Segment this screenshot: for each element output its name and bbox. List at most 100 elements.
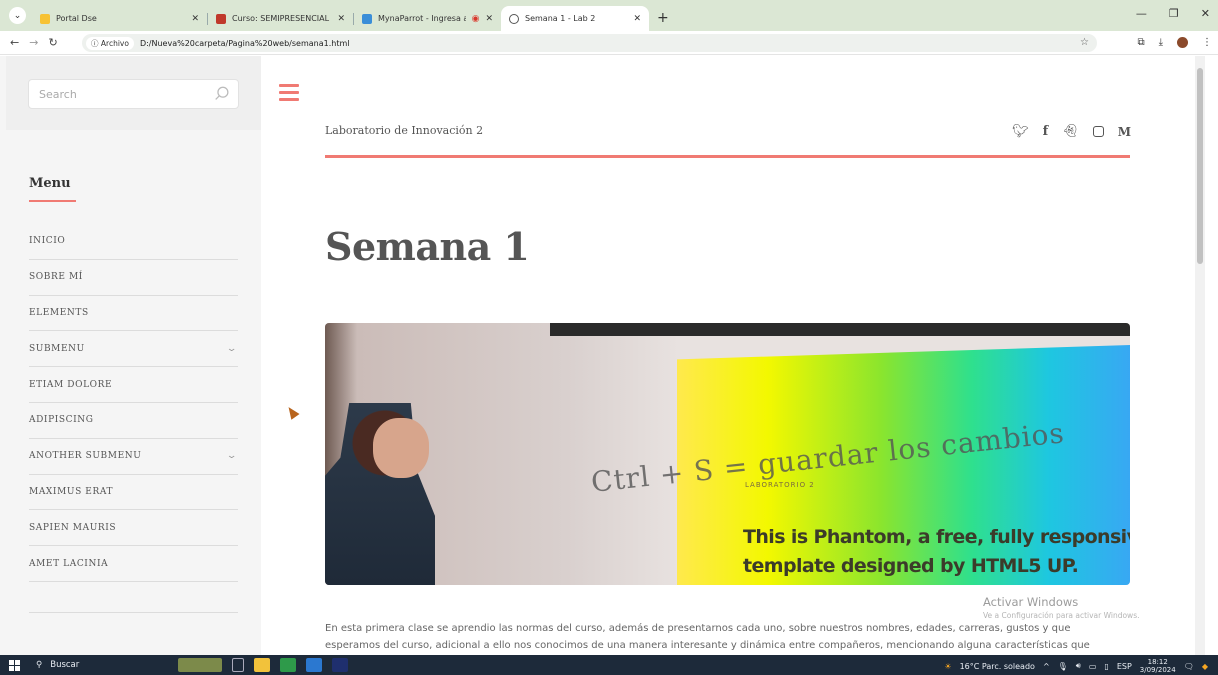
tab-favicon-icon xyxy=(216,13,226,24)
sidebar-item-label: INICIO xyxy=(29,236,66,247)
file-chip[interactable]: ⓘ Archivo xyxy=(86,36,134,50)
reload-icon[interactable]: ↻ xyxy=(48,36,57,49)
snapchat-icon[interactable]: 👻︎ xyxy=(1062,124,1079,139)
sidebar-item-label: AMET LACINIA xyxy=(29,558,109,569)
battery-icon[interactable]: ▯ xyxy=(1104,662,1108,671)
twitter-icon[interactable]: 🐦︎ xyxy=(1012,124,1029,139)
facebook-icon[interactable]: f xyxy=(1043,124,1049,139)
sidebar-item-maximus-erat[interactable]: MAXIMUS ERAT xyxy=(29,475,238,511)
sidebar-item-submenu[interactable]: SUBMENU ⌄ xyxy=(29,331,238,368)
sidebar-item-label: ANOTHER SUBMENU xyxy=(29,451,142,462)
sidebar-item-label: ELEMENTS xyxy=(29,307,89,318)
more-menu-icon[interactable]: ⋮ xyxy=(1202,37,1212,48)
search-area: Search xyxy=(6,56,261,130)
tab-favicon-icon xyxy=(362,13,372,24)
address-bar-row: ← → ↻ ⓘ Archivo D:/Nueva%20carpeta/Pagin… xyxy=(0,31,1218,55)
intro-paragraph: En esta primera clase se aprendio las no… xyxy=(325,623,1090,651)
menu-underline xyxy=(29,200,76,202)
medium-icon[interactable]: M xyxy=(1118,125,1131,139)
sidebar-item-label: ETIAM DOLORE xyxy=(29,379,113,390)
hamburger-menu-icon[interactable] xyxy=(279,84,299,102)
recording-icon: ◉ xyxy=(471,13,480,24)
bookmark-star-icon[interactable]: ☆ xyxy=(1080,37,1089,48)
new-tab-button[interactable]: + xyxy=(657,10,669,26)
vscode-icon[interactable] xyxy=(306,658,322,672)
sidebar-menu: INICIO SOBRE MÍ ELEMENTS SUBMENU ⌄ ETIAM DOLO… xyxy=(29,224,238,582)
header-rule xyxy=(325,155,1130,158)
extensions-icon[interactable]: ⧉ xyxy=(1137,37,1144,48)
tab-semana-1[interactable]: Semana 1 - Lab 2 ✕ xyxy=(501,6,649,31)
tray-chevron-icon[interactable]: ^ xyxy=(1043,662,1050,671)
social-links: 🐦︎ f 👻︎ M xyxy=(1012,124,1131,139)
sidebar: Search Menu INICIO SOBRE MÍ ELEMENTS SUBMEN… xyxy=(0,56,261,655)
windows-activation-watermark: Activar Windows Ve a Configuración para … xyxy=(983,595,1140,620)
language-indicator[interactable]: ESP xyxy=(1117,662,1132,671)
tab-curso[interactable]: Curso: SEMIPRESENCIAL || 3021 ✕ xyxy=(208,6,353,31)
browser-tab-bar: ⌄ Portal Dse ✕ Curso: SEMIPRESENCIAL || … xyxy=(0,0,1218,31)
sidebar-item-sobre-m-[interactable]: SOBRE MÍ xyxy=(29,260,238,296)
back-icon[interactable]: ← xyxy=(10,36,19,49)
minimize-icon[interactable]: — xyxy=(1136,7,1147,20)
forward-icon[interactable]: → xyxy=(29,36,38,49)
tab-favicon-icon xyxy=(40,13,50,24)
search-icon[interactable] xyxy=(213,85,231,103)
chevron-down-icon[interactable]: ⌄ xyxy=(226,451,238,461)
sidebar-item-another-submenu[interactable]: ANOTHER SUBMENU ⌄ xyxy=(29,439,238,475)
sidebar-item-adipiscing[interactable]: ADIPISCING xyxy=(29,403,238,439)
browser-toolbar: ⧉ ⤓ ⋮ xyxy=(1137,37,1212,48)
sidebar-item-label: SAPIEN MAURIS xyxy=(29,522,117,533)
chrome-icon[interactable] xyxy=(280,658,296,672)
tab-mynaparrot[interactable]: MynaParrot - Ingresa aquí ◉ ✕ xyxy=(354,6,501,31)
web-page: Search Menu INICIO SOBRE MÍ ELEMENTS SUBMEN… xyxy=(0,56,1205,655)
photoshop-icon[interactable] xyxy=(332,658,348,672)
profile-avatar[interactable] xyxy=(1177,37,1188,48)
close-icon[interactable]: ✕ xyxy=(191,14,199,24)
scrollbar-thumb[interactable] xyxy=(1197,68,1203,264)
globe-icon xyxy=(509,13,519,24)
search-input[interactable]: Search xyxy=(28,79,239,109)
chevron-down-icon[interactable]: ⌄ xyxy=(226,344,238,354)
file-explorer-icon[interactable] xyxy=(254,658,270,672)
mouse-cursor xyxy=(284,404,300,420)
close-icon[interactable]: ✕ xyxy=(485,14,493,24)
windows-start-icon[interactable] xyxy=(0,655,28,675)
notifications-icon[interactable]: 🗨︎ xyxy=(1184,662,1194,671)
weather-icon[interactable]: ☀ xyxy=(944,662,951,671)
network-icon[interactable]: ▭ xyxy=(1089,662,1097,671)
windows-taskbar: ⚲ Buscar ☀ 16°C Parc. soleado ^ 🎙︎ 🔊︎ ▭ … xyxy=(0,655,1218,675)
sidebar-item-amet-lacinia[interactable]: AMET LACINIA xyxy=(29,546,238,582)
window-controls: — ❐ ✕ xyxy=(1136,7,1210,20)
landscape-widget-icon[interactable] xyxy=(178,658,222,672)
sidebar-item-elements[interactable]: ELEMENTS xyxy=(29,296,238,332)
restore-icon[interactable]: ❐ xyxy=(1169,7,1179,20)
sidebar-item-label: ADIPISCING xyxy=(29,415,94,426)
sidebar-item-label: SOBRE MÍ xyxy=(29,272,83,283)
sidebar-item-sapien-mauris[interactable]: SAPIEN MAURIS xyxy=(29,510,238,547)
close-icon[interactable]: ✕ xyxy=(337,14,345,24)
site-title[interactable]: Laboratorio de Innovación 2 xyxy=(325,124,483,137)
hero-image: Ctrl + S = guardar los cambios LABORATOR… xyxy=(325,323,1130,585)
sidebar-item-inicio[interactable]: INICIO xyxy=(29,224,238,260)
download-icon[interactable]: ⤓ xyxy=(1159,37,1163,48)
logo-text: LABORATORIO 2 xyxy=(745,481,815,489)
microphone-icon[interactable]: 🎙︎ xyxy=(1058,662,1068,671)
url-field[interactable]: ⓘ Archivo D:/Nueva%20carpeta/Pagina%20we… xyxy=(82,34,1097,52)
menu-heading: Menu xyxy=(29,176,71,191)
volume-icon[interactable]: 🔊︎ xyxy=(1076,661,1081,671)
system-tray: ☀ 16°C Parc. soleado ^ 🎙︎ 🔊︎ ▭ ▯ ESP 18:… xyxy=(944,658,1208,674)
close-window-icon[interactable]: ✕ xyxy=(1201,7,1210,20)
tab-search-button[interactable]: ⌄ xyxy=(9,7,26,24)
taskbar-search[interactable]: ⚲ Buscar xyxy=(28,655,168,675)
weather-text[interactable]: 16°C Parc. soleado xyxy=(960,662,1035,671)
colored-app-icon[interactable]: ◆ xyxy=(1202,662,1208,671)
clock[interactable]: 18:12 3/09/2024 xyxy=(1140,658,1176,674)
sidebar-item-label: SUBMENU xyxy=(29,343,85,354)
instagram-icon[interactable] xyxy=(1092,126,1104,137)
task-view-icon[interactable] xyxy=(232,658,244,672)
sidebar-item-label: MAXIMUS ERAT xyxy=(29,486,114,497)
sidebar-item-etiam-dolore[interactable]: ETIAM DOLORE xyxy=(29,367,238,403)
page-scrollbar[interactable] xyxy=(1195,56,1205,655)
close-icon[interactable]: ✕ xyxy=(633,14,641,24)
page-title: Semana 1 xyxy=(325,224,530,269)
tab-portal-dse[interactable]: Portal Dse ✕ xyxy=(32,6,207,31)
